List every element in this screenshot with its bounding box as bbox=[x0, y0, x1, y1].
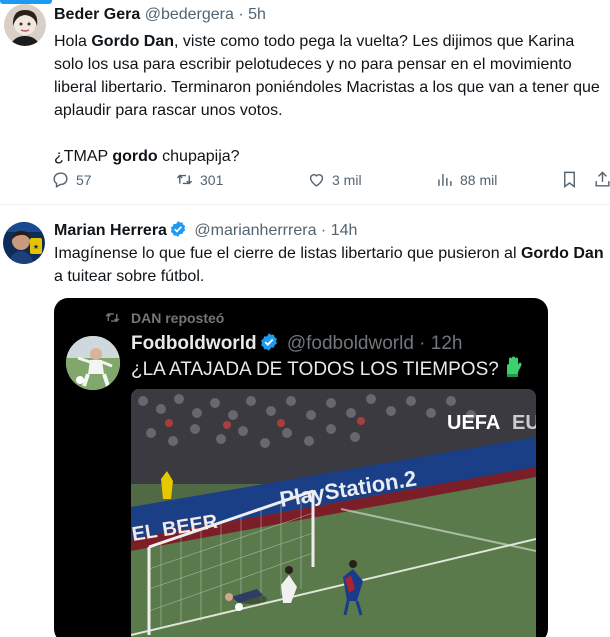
uefa-watermark-2: EU bbox=[512, 412, 536, 434]
timestamp[interactable]: 12h bbox=[431, 333, 463, 354]
repost-indicator: DAN reposteó bbox=[104, 309, 224, 326]
text-run: a tuitear sobre fútbol. bbox=[54, 268, 205, 285]
avatar[interactable] bbox=[4, 4, 46, 46]
tweet[interactable]: ★ Marian Herrera @marianherrrera · 14h I… bbox=[0, 205, 610, 637]
repost-icon bbox=[105, 312, 120, 323]
separator: · bbox=[320, 222, 327, 239]
reply-icon bbox=[53, 172, 68, 189]
text-run-bold: Gordo Dan bbox=[91, 33, 175, 50]
user-handle[interactable]: @fodboldworld bbox=[287, 333, 414, 354]
avatar[interactable] bbox=[66, 336, 120, 390]
avatar[interactable]: ★ bbox=[3, 222, 45, 264]
separator: · bbox=[419, 333, 426, 354]
text-run-bold: gordo bbox=[112, 148, 158, 165]
bookmark-icon bbox=[564, 171, 575, 189]
reply-button[interactable]: 57 bbox=[51, 170, 92, 189]
text-run: Hola bbox=[54, 33, 92, 50]
timestamp[interactable]: 14h bbox=[331, 222, 358, 239]
views-count: 88 mil bbox=[460, 171, 498, 188]
bookmark-button[interactable] bbox=[560, 170, 579, 189]
text-run: Imagínense lo que fue el cierre de lista… bbox=[54, 245, 521, 262]
views-icon bbox=[438, 173, 452, 186]
uefa-watermark: UEFA bbox=[447, 412, 500, 434]
quoted-video[interactable]: PlayStation.2 EL BEER UEFA EU bbox=[131, 389, 536, 637]
display-name[interactable]: Beder Gera bbox=[54, 6, 140, 23]
separator: · bbox=[238, 6, 244, 23]
quoted-tweet-card[interactable]: DAN reposteó Fodboldworld @fodboldworld … bbox=[54, 298, 548, 637]
text-run: ¿TMAP bbox=[54, 148, 113, 165]
goalkeeper-glove-icon bbox=[506, 356, 522, 377]
quoted-text: ¿LA ATAJADA DE TODOS LOS TIEMPOS? bbox=[131, 356, 523, 382]
verified-badge-icon bbox=[170, 221, 186, 237]
quoted-header: Fodboldworld @fodboldworld · 12h bbox=[131, 332, 462, 356]
display-name[interactable]: Fodboldworld bbox=[131, 333, 257, 354]
user-handle[interactable]: @marianherrrera bbox=[194, 222, 316, 239]
repost-button[interactable]: 301 bbox=[175, 170, 223, 189]
tweet[interactable]: Beder Gera @bedergera · 5h Hola Gordo Da… bbox=[0, 0, 610, 204]
tweet-header: Beder Gera @bedergera · 5h bbox=[54, 5, 266, 25]
text-run: ¿LA ATAJADA DE TODOS LOS TIEMPOS? bbox=[131, 359, 499, 380]
like-count: 3 mil bbox=[332, 171, 362, 188]
views-button[interactable]: 88 mil bbox=[435, 170, 497, 189]
reply-count: 57 bbox=[76, 171, 92, 188]
text-run-bold: Gordo Dan bbox=[520, 245, 604, 262]
text-run: chupapija? bbox=[157, 148, 240, 165]
repost-icon bbox=[176, 174, 193, 185]
tweet-header: Marian Herrera @marianherrrera · 14h bbox=[54, 220, 357, 241]
user-handle[interactable]: @bedergera bbox=[145, 6, 234, 23]
like-button[interactable]: 3 mil bbox=[307, 170, 362, 189]
repost-label[interactable]: DAN reposteó bbox=[131, 310, 224, 326]
tweet-text: Hola Gordo Dan, viste como todo pega la … bbox=[54, 30, 606, 168]
timestamp[interactable]: 5h bbox=[248, 6, 266, 23]
verified-badge-icon bbox=[260, 333, 277, 351]
tweet-text: Imagínense lo que fue el cierre de lista… bbox=[54, 242, 606, 288]
display-name[interactable]: Marian Herrera bbox=[54, 222, 167, 239]
share-button[interactable] bbox=[593, 170, 610, 189]
repost-count: 301 bbox=[200, 171, 224, 188]
tweet-actions: 57 301 3 mil 88 mil bbox=[51, 168, 610, 194]
like-icon bbox=[309, 174, 324, 187]
svg-text:★: ★ bbox=[33, 243, 39, 251]
share-icon bbox=[595, 171, 610, 187]
